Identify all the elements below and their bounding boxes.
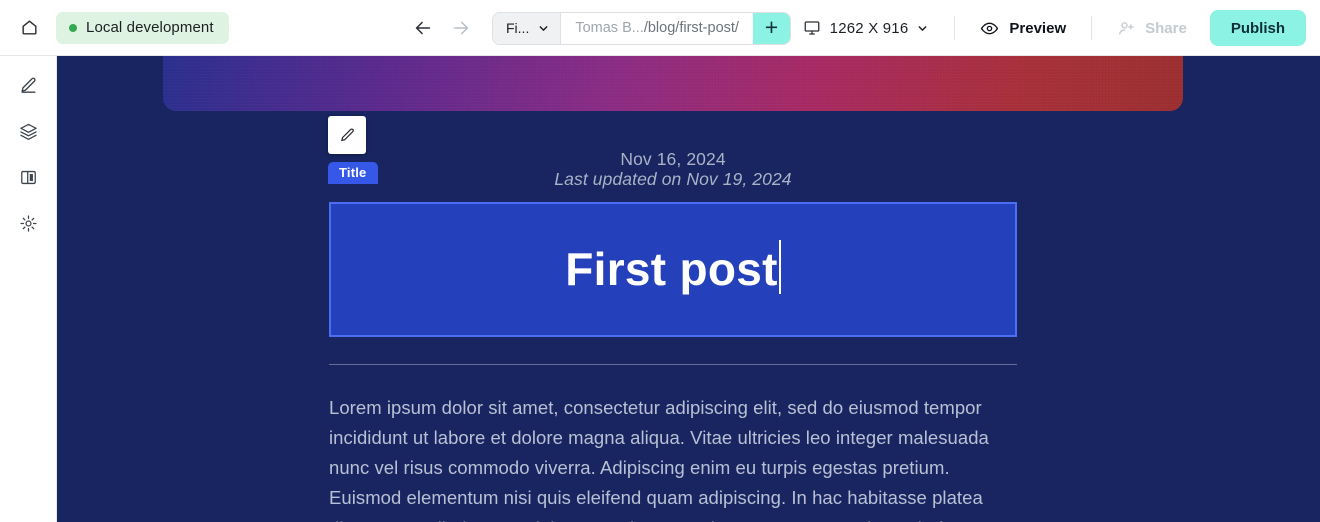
gear-icon <box>19 214 37 232</box>
sidebar-item-layout[interactable] <box>11 162 45 192</box>
toolbar-divider-2 <box>1091 16 1093 40</box>
preview-label: Preview <box>1009 19 1067 37</box>
pencil-icon <box>340 127 354 141</box>
layers-icon <box>19 123 37 140</box>
url-slug: /blog/first-post/ <box>643 20 739 36</box>
home-button[interactable] <box>14 13 44 43</box>
post-body[interactable]: Lorem ipsum dolor sit amet, consectetur … <box>329 393 1017 522</box>
text-caret <box>778 240 781 295</box>
plus-icon: + <box>764 13 779 40</box>
post-title[interactable]: First post <box>565 242 778 296</box>
chevron-down-icon <box>918 25 927 31</box>
environment-status-dot <box>69 23 77 32</box>
layout-panel-icon <box>20 170 36 184</box>
post-content-column: Title Nov 16, 2024 Last updated on Nov 1… <box>328 116 1017 522</box>
publish-button[interactable]: Publish <box>1209 10 1306 46</box>
hero-gradient-banner[interactable] <box>163 56 1183 111</box>
back-button[interactable] <box>406 11 440 45</box>
user-add-icon <box>1119 21 1134 35</box>
environment-label: Local development <box>86 19 214 36</box>
sidebar-item-edit[interactable] <box>11 70 45 100</box>
home-icon <box>21 20 37 35</box>
selected-element-tag: Title <box>328 162 378 184</box>
page-canvas[interactable]: Title Nov 16, 2024 Last updated on Nov 1… <box>57 56 1320 522</box>
arrow-left-icon <box>415 21 431 35</box>
arrow-right-icon <box>453 21 469 35</box>
published-date: Nov 16, 2024 <box>620 149 726 169</box>
editor-app: Local development Fi... Tomas B... /blog… <box>0 0 1320 522</box>
title-element-selected[interactable]: First post <box>329 201 1017 337</box>
forward-button[interactable] <box>444 11 478 45</box>
environment-selector[interactable]: Local development <box>56 11 229 44</box>
pencil-icon <box>20 77 36 93</box>
toolbar-center-group: Fi... Tomas B.../blog/first-post/ + <box>406 0 791 56</box>
toolbar-right-group: 1262 X 916 Preview Share Publish <box>789 0 1306 56</box>
toolbar-divider <box>954 16 956 40</box>
chevron-down-icon <box>539 25 548 31</box>
share-button[interactable]: Share <box>1104 11 1200 45</box>
edit-element-button[interactable] <box>328 116 366 154</box>
top-toolbar: Local development Fi... Tomas B... /blog… <box>0 0 1320 56</box>
toolbar-left-group: Local development <box>0 11 229 44</box>
page-type-dropdown[interactable]: Fi... <box>493 12 562 44</box>
updated-date: Last updated on Nov 19, 2024 <box>554 169 792 190</box>
content-divider <box>329 363 1017 365</box>
viewport-size-selector[interactable]: 1262 X 916 <box>789 11 943 45</box>
monitor-icon <box>804 21 820 35</box>
page-type-label: Fi... <box>506 20 530 36</box>
sidebar-item-settings[interactable] <box>11 208 45 238</box>
left-sidebar <box>0 56 57 522</box>
share-label: Share <box>1145 19 1187 37</box>
url-bar: Fi... Tomas B.../blog/first-post/ + <box>492 11 791 45</box>
eye-icon <box>981 22 999 34</box>
preview-button[interactable]: Preview <box>967 11 1079 45</box>
post-dates: Nov 16, 2024 Last updated on Nov 19, 202… <box>329 149 1017 190</box>
url-input[interactable]: Tomas B.../blog/first-post/ <box>561 12 753 44</box>
sidebar-item-layers[interactable] <box>11 116 45 146</box>
add-page-button[interactable]: + <box>752 12 790 44</box>
url-host: Tomas B... <box>575 20 644 36</box>
viewport-size-label: 1262 X 916 <box>829 19 909 37</box>
